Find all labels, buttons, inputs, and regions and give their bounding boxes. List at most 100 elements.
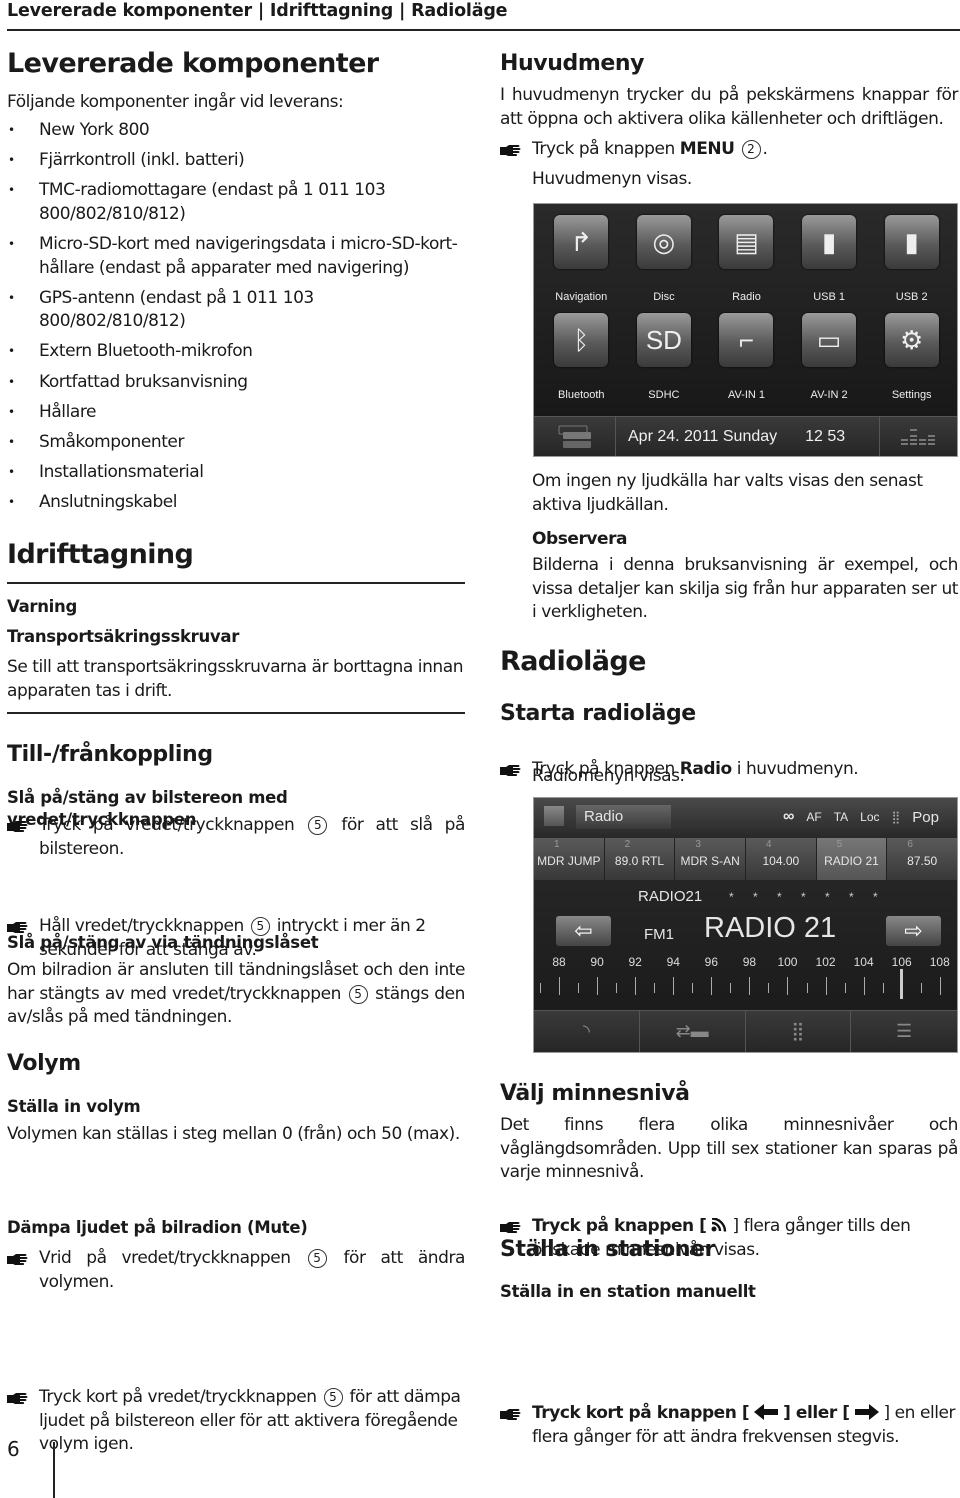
flag-loc[interactable]: Loc (860, 810, 879, 824)
layers-icon (558, 425, 591, 448)
menu-tile-settings[interactable]: ⚙ Settings (870, 308, 953, 404)
equalizer-button[interactable] (880, 417, 957, 456)
scale-label: 98 (742, 955, 757, 969)
set-volume-title: Ställa in volym (7, 1097, 141, 1116)
step-change-volume: Vrid på vredet/tryckknappen 5 för att än… (7, 1247, 465, 1294)
reference-number: 2 (741, 140, 761, 159)
keypad-button[interactable]: ⣿ (746, 1011, 852, 1052)
list-item: Micro-SD-kort med navigeringsdata i micr… (7, 233, 465, 280)
step-manual-tuning: Tryck kort på knappen [ ] eller [ ] en e… (500, 1402, 960, 1449)
arrow-right-icon (854, 1404, 879, 1420)
scale-tick (939, 977, 941, 995)
save-to-folder-button[interactable]: ⇄▬ (640, 1011, 746, 1052)
tuning-needle[interactable] (899, 969, 903, 999)
divider (7, 712, 465, 714)
menu-tile-radio[interactable]: ▤ Radio (705, 210, 788, 306)
menu-tile-label: USB 1 (813, 291, 845, 303)
flag-ta[interactable]: TA (834, 810, 848, 824)
back-icon[interactable] (544, 806, 564, 826)
scale-label: 88 (552, 955, 566, 969)
scale-tick (616, 983, 618, 993)
manual-tuning-title: Ställa in en station manuellt (500, 1282, 756, 1301)
section-title-components: Levererade komponenter (7, 48, 379, 79)
menu-tile-label: AV-IN 2 (810, 389, 848, 401)
list-item: Kortfattad bruksanvisning (7, 371, 465, 395)
sd-card-icon: SD (636, 313, 691, 367)
list-item: Anslutningskabel (7, 491, 465, 515)
scale-tick (749, 977, 751, 995)
frequency-scale[interactable]: 88 90 92 94 96 98 100 102 104 106 108 (540, 955, 955, 1005)
source-toggle-button[interactable] (534, 417, 616, 456)
reference-number: 5 (307, 1249, 327, 1268)
page-number: 6 (7, 1437, 20, 1461)
menu-tile-label: USB 2 (895, 291, 928, 303)
pointing-hand-icon (7, 1254, 28, 1265)
preset-button[interactable]: 6 87.50 (887, 838, 957, 880)
date-time-display: Apr 24. 2011 Sunday 12 53 (616, 417, 880, 456)
scale-tick (711, 977, 713, 995)
settings-icon: ⚙ (884, 313, 939, 367)
scale-tick (635, 977, 637, 995)
warning-text: Se till att transportsäkringsskruvarna ä… (7, 657, 464, 701)
preset-button[interactable]: 4 104.00 (745, 838, 816, 880)
preset-button[interactable]: 5 RADIO 21 (816, 838, 887, 880)
components-intro: Följande komponenter ingår vid leverans: (7, 92, 344, 112)
preset-button[interactable]: 1 MDR JUMP (534, 838, 604, 880)
usb-icon: ▮ (884, 215, 939, 269)
menu-tile-usb-2[interactable]: ▮ USB 2 (870, 210, 953, 306)
scale-tick (654, 983, 656, 993)
pointing-hand-icon (7, 1393, 28, 1404)
scale-tick (540, 983, 541, 993)
footer-divider (53, 1442, 55, 1498)
menu-tile-sdhc[interactable]: SD SDHC (623, 308, 706, 404)
note-title: Observera (532, 529, 628, 549)
flag-af[interactable]: AF (806, 810, 821, 824)
preset-button[interactable]: 3 MDR S-AN (675, 838, 745, 880)
arrow-left-icon (754, 1404, 779, 1420)
scale-tick (768, 983, 770, 993)
preset-station: MDR S-AN (680, 854, 740, 868)
memory-level-button[interactable]: ◝ (534, 1011, 640, 1052)
step-press-menu: Tryck på knappen MENU 2. (500, 138, 958, 162)
memory-band-icon: ◝ (582, 1021, 590, 1041)
scale-tick (730, 983, 732, 993)
list-button[interactable]: ☰ (851, 1011, 957, 1052)
scale-label: 104 (853, 955, 874, 969)
pointing-hand-icon (7, 821, 28, 832)
stereo-icon: ∞ (782, 808, 795, 825)
menu-tile-av-in-2[interactable]: ▭ AV-IN 2 (788, 308, 871, 404)
scale-tick (787, 977, 789, 995)
tune-left-button[interactable]: ⇦ (556, 916, 611, 946)
tune-right-button[interactable]: ⇨ (886, 916, 941, 946)
reference-number: 5 (348, 984, 368, 1004)
menu-tile-label: SDHC (648, 389, 680, 401)
preset-button[interactable]: 2 89.0 RTL (604, 838, 675, 880)
menu-tile-navigation[interactable]: ↱ Navigation (540, 210, 623, 306)
scale-label: 108 (929, 955, 950, 969)
menu-tile-bluetooth[interactable]: ᛒ Bluetooth (540, 308, 623, 404)
preset-station: 89.0 RTL (614, 854, 665, 868)
list-item: Installationsmaterial (7, 461, 465, 485)
menu-tile-av-in-1[interactable]: ⌐ AV-IN 1 (705, 308, 788, 404)
preset-number: 1 (554, 839, 560, 850)
scale-label: 92 (628, 955, 642, 969)
list-item: Småkomponenter (7, 431, 465, 455)
set-volume-text: Volymen kan ställas i steg mellan 0 (frå… (7, 1124, 460, 1144)
radio-flags: ∞ AF TA Loc ⣿ Pop (783, 808, 939, 826)
menu-tile-usb-1[interactable]: ▮ USB 1 (788, 210, 871, 306)
scale-tick (806, 983, 808, 993)
equalizer-icon: ⣿ (891, 810, 901, 824)
menu-status-bar: Apr 24. 2011 Sunday 12 53 (534, 416, 957, 456)
radio-result: Radiomenyn visas. (532, 766, 685, 786)
right-column: Huvudmeny I huvudmenyn trycker du på pek… (500, 0, 958, 1447)
radio-button-label: Radio (679, 758, 732, 779)
scale-tick (578, 983, 580, 993)
bluetooth-icon: ᛒ (554, 313, 609, 367)
eq-preset[interactable]: Pop (912, 809, 939, 826)
keypad-icon: ⣿ (791, 1021, 805, 1041)
scale-label: 106 (891, 955, 912, 969)
menu-tile-disc[interactable]: ◎ Disc (623, 210, 706, 306)
preset-station: 104.00 (762, 854, 800, 868)
menu-tile-label: Navigation (555, 291, 608, 303)
arrow-left-icon: ⇦ (574, 918, 593, 943)
